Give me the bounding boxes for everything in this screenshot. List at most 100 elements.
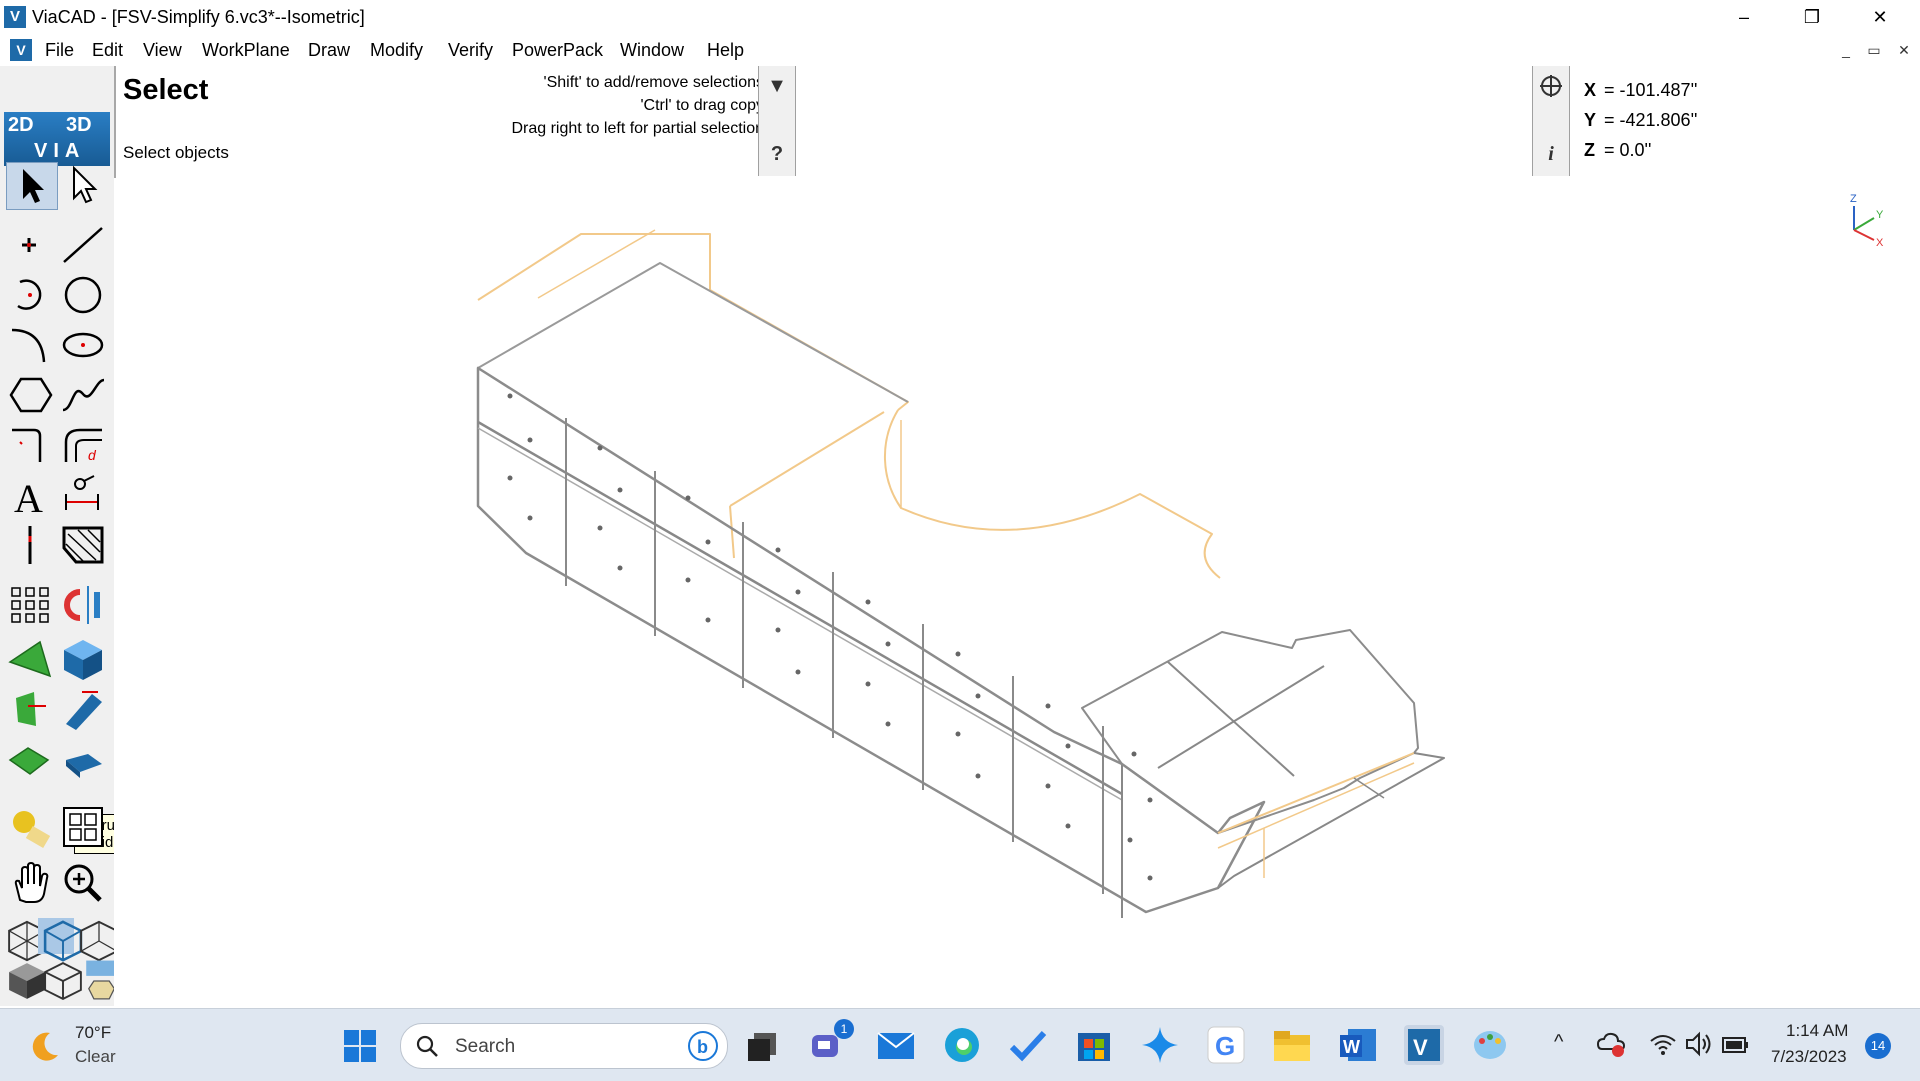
view-front-iso-icon[interactable] [2,918,46,962]
array-tool-button[interactable] [6,582,56,628]
surface-revolve-tool-button[interactable] [6,686,56,732]
circle-tool-button[interactable] [58,272,108,318]
corner-tool-button[interactable] [6,422,56,468]
taskbar-search-box[interactable]: Search b [400,1023,728,1069]
ellipse-tool-button[interactable] [58,322,108,368]
polygon-tool-button[interactable] [6,372,56,418]
close-button[interactable]: ✕ [1846,0,1914,34]
extrude-solid-tool-button[interactable] [58,736,108,782]
prompt-dropdown-button[interactable]: ▼ [763,72,791,100]
object-properties-icon[interactable] [74,958,117,1000]
mdi-minimize-button[interactable]: _ [1834,40,1858,60]
tool-name: Select [123,74,209,106]
onedrive-error-icon[interactable] [1596,1029,1626,1059]
paint-icon[interactable] [1470,1025,1510,1065]
notification-count-badge[interactable]: 14 [1865,1033,1891,1059]
prompt-button-column: ▼ ? [758,66,796,176]
point-tool-button[interactable] [6,222,56,268]
surface-tool-button[interactable] [6,636,56,682]
mdi-close-button[interactable]: ✕ [1892,40,1916,60]
clock-time[interactable]: 1:14 AM [1786,1021,1848,1041]
minimize-button[interactable]: – [1710,0,1778,34]
word-icon[interactable]: W [1338,1025,1378,1065]
restore-button[interactable]: ❐ [1778,0,1846,34]
mail-icon[interactable] [876,1025,916,1065]
menu-help[interactable]: Help [707,40,744,61]
curve-arc-tool-button[interactable] [6,322,56,368]
tool-palette: 2D 3D VIA d A Extrude [0,66,138,1006]
todo-check-icon[interactable] [1008,1025,1048,1065]
windows-start-icon[interactable] [343,1029,377,1063]
hint-shift: 'Shift' to add/remove selections [543,74,764,91]
line-tool-button[interactable] [58,222,108,268]
microsoft-store-icon[interactable] [1074,1025,1114,1065]
mirror-tool-button[interactable] [58,582,108,628]
weather-temperature[interactable]: 70°F [75,1023,111,1043]
svg-text:V: V [1413,1035,1428,1060]
menu-powerpack[interactable]: PowerPack [512,40,603,61]
menu-verify[interactable]: Verify [448,40,493,61]
pan-hand-icon[interactable] [6,860,56,906]
weather-condition[interactable]: Clear [75,1047,116,1067]
battery-icon[interactable] [1720,1029,1750,1059]
chat-badge: 1 [834,1019,854,1039]
fillet-tool-button[interactable]: d [58,422,108,468]
info-button[interactable]: i [1537,140,1565,168]
menu-edit[interactable]: Edit [92,40,123,61]
menu-modify[interactable]: Modify [370,40,423,61]
dimension-tool-button[interactable] [58,472,108,518]
arc-tool-button[interactable] [6,272,56,318]
axis-triad: Z Y X [1850,193,1884,249]
spline-tool-button[interactable] [58,372,108,418]
coord-y-readout: Y = -421.806'' [1584,110,1698,130]
teams-chat-icon[interactable]: 1 [808,1019,854,1065]
hatch-tool-button[interactable] [58,522,108,568]
viacad-taskbar-icon[interactable]: V [1404,1025,1444,1065]
document-icon[interactable]: V [10,39,32,61]
centerline-tool-button[interactable] [6,522,56,568]
isometric-viewport[interactable]: Z Y X [114,178,1920,1006]
wifi-icon[interactable] [1648,1029,1678,1059]
coord-x-readout: X = -101.487'' [1584,80,1698,100]
select-tool-button[interactable] [6,162,58,210]
zoom-icon[interactable] [58,860,108,906]
solid-sweep-tool-button[interactable] [58,686,108,732]
mdi-restore-button[interactable]: ▭ [1862,40,1886,60]
title-bar: V ViaCAD - [FSV-Simplify 6.vc3*--Isometr… [0,0,1920,35]
solid-box-tool-button[interactable] [58,636,108,682]
menu-workplane[interactable]: WorkPlane [202,40,290,61]
partial-select-tool-button[interactable] [58,162,108,208]
menu-file[interactable]: File [45,40,74,61]
tool-instruction: Select objects [123,143,229,162]
menu-bar: V File Edit View WorkPlane Draw Modify V… [0,34,1920,67]
layout-tool-button[interactable] [58,804,108,850]
render-tool-button[interactable] [6,804,56,850]
copilot-icon[interactable] [1140,1025,1180,1065]
view-back-iso-icon[interactable] [74,918,118,962]
surface-extrude-tool-button[interactable] [6,736,56,782]
menu-view[interactable]: View [143,40,182,61]
svg-text:W: W [1343,1037,1360,1057]
task-view-icon[interactable] [742,1025,782,1065]
axis-x-label: X [1876,237,1884,249]
help-button[interactable]: ? [763,140,791,168]
file-explorer-icon[interactable] [1272,1025,1312,1065]
show-hidden-icons-chevron-icon[interactable]: ^ [1554,1031,1563,1054]
wireframe-render-icon[interactable] [38,958,82,1000]
windows-taskbar: 70°F Clear Search b 1 G W V ^ 1:14 AM 7/… [0,1008,1920,1081]
svg-text:G: G [1215,1031,1235,1061]
bing-icon[interactable]: b [687,1030,719,1062]
view-iso-selected-icon[interactable] [38,918,83,962]
crosshair-icon[interactable] [1537,72,1565,100]
clock-date[interactable]: 7/23/2023 [1771,1047,1847,1067]
text-tool-button[interactable]: A [6,472,56,521]
viacad-app-icon: V [4,6,26,28]
shaded-render-icon[interactable] [2,958,45,999]
google-icon[interactable]: G [1206,1025,1246,1065]
volume-icon[interactable] [1684,1029,1714,1059]
menu-draw[interactable]: Draw [308,40,350,61]
menu-window[interactable]: Window [620,40,684,61]
edge-browser-icon[interactable] [942,1025,982,1065]
moon-weather-icon[interactable] [28,1029,62,1063]
cad-model-wireframe[interactable]: Z Y X [114,178,1920,1006]
